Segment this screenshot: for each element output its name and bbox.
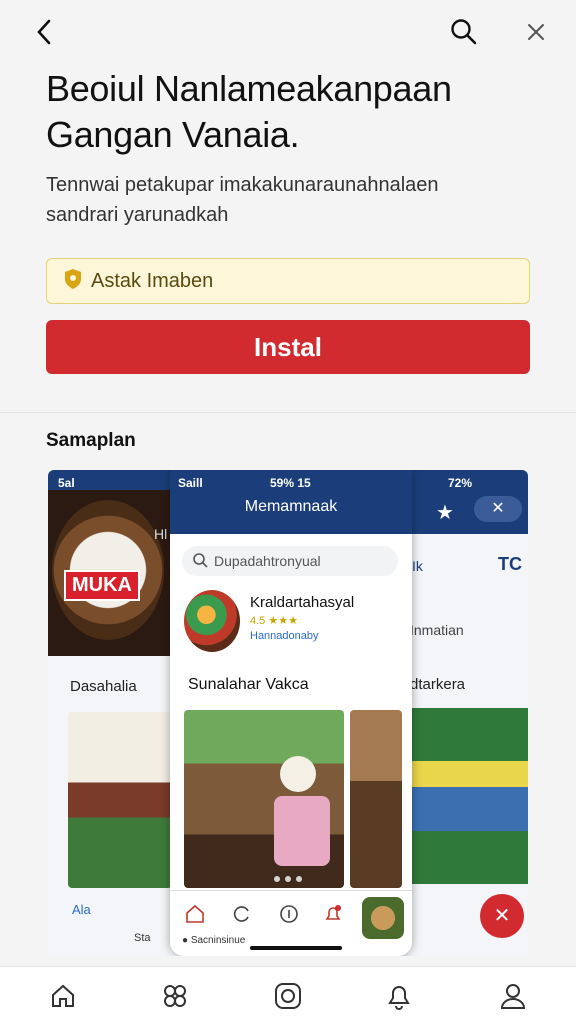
bottom-navigation [0, 966, 576, 1024]
chevron-left-icon[interactable] [30, 16, 58, 48]
logo-banner: MUKA Hl [48, 490, 188, 656]
screenshot-right[interactable]: 72% ★ ✕ Ik TC Inmatian dtarkera ✕ [408, 470, 528, 956]
ik-label: Ik [412, 558, 423, 574]
left-bottom-label-1: Ala [72, 902, 91, 917]
town-illustration [408, 708, 528, 884]
camera-icon[interactable] [273, 981, 303, 1011]
install-button[interactable]: Instal [46, 320, 530, 374]
status-left: Saill [178, 476, 203, 490]
close-icon[interactable] [522, 18, 550, 46]
product-thumbnail [184, 590, 240, 652]
apps-icon[interactable] [160, 981, 190, 1011]
product-developer: Hannadonaby [250, 630, 319, 642]
badge-chip[interactable]: Astak Imaben [46, 258, 530, 304]
app-title: Beoiul Nanlameakanpaan Gangan Vanaia. [46, 66, 546, 158]
screenshots-section-label: Samaplan [46, 430, 136, 451]
search-icon[interactable] [448, 16, 480, 48]
bell-icon[interactable] [322, 903, 344, 925]
side-text: Inmatian [410, 622, 464, 638]
carousel-dots [274, 876, 302, 882]
screenshot-left[interactable]: 5al MUKA Hl Dasahalia Ala Sta [48, 470, 188, 956]
tc-label: TC [498, 554, 522, 574]
screenshot-center[interactable]: Saill 59% 15 Memamnaak Dupadahtronyual K… [170, 470, 412, 956]
app-subtitle-line-1: Tennwai petakupar imakakunaraunahnalaen [46, 174, 439, 196]
right-label: dtarkera [410, 676, 466, 693]
phone-header: Saill 59% 15 Memamnaak [170, 470, 412, 534]
product-name: Kraldartahasyal [250, 594, 355, 611]
vendor-figure [280, 756, 316, 792]
tab-caption: ● Sacninsinue [182, 935, 246, 946]
logo-text: MUKA [64, 570, 140, 601]
refresh-icon[interactable] [230, 903, 252, 925]
phone-header-title: Memamnaak [244, 498, 338, 515]
vendor-shirt [274, 796, 330, 866]
app-title-line-1: Beoiul Nanlameakanpaan [46, 68, 452, 109]
house-illustration [68, 712, 172, 888]
home-icon[interactable] [184, 903, 206, 925]
left-bottom-label-2: Sta [134, 932, 151, 944]
search-icon [192, 552, 208, 571]
product-card[interactable]: Kraldartahasyal 4.5 ★★★ Hannadonaby [184, 590, 404, 654]
info-icon[interactable] [278, 903, 300, 925]
app-subtitle-line-2: sandrari yarunadkah [46, 204, 229, 226]
app-title-line-2: Gangan Vanaia. [46, 114, 300, 155]
chip-label: Astak Imaben [91, 269, 214, 292]
shield-badge-icon [63, 268, 83, 295]
fab-button[interactable]: ✕ [480, 894, 524, 938]
top-bar [0, 0, 576, 64]
left-label: Dasahalia [70, 678, 137, 695]
status-text: 5al [58, 476, 75, 490]
home-indicator [250, 946, 342, 950]
product-rating: 4.5 ★★★ [250, 615, 298, 627]
shelf-image[interactable] [350, 710, 402, 888]
screenshot-gallery[interactable]: 5al MUKA Hl Dasahalia Ala Sta 72% ★ ✕ Ik… [48, 470, 528, 956]
phone-search-input[interactable]: Dupadahtronyual [182, 546, 398, 576]
app-subtitle: Tennwai petakupar imakakunaraunahnalaen … [46, 170, 546, 230]
divider [0, 412, 576, 413]
tab-caption-text: Sacninsinue [190, 935, 246, 946]
home-icon[interactable] [48, 981, 78, 1011]
status-mid: 59% 15 [270, 476, 311, 490]
partial-header: Hl [154, 526, 168, 542]
profile-thumbnail[interactable] [362, 897, 404, 939]
star-icon[interactable]: ★ [436, 500, 454, 525]
status-text: 72% [448, 476, 473, 490]
notifications-icon[interactable] [384, 981, 414, 1011]
close-pill-icon[interactable]: ✕ [474, 496, 522, 522]
profile-icon[interactable] [498, 981, 528, 1011]
search-placeholder: Dupadahtronyual [214, 553, 321, 569]
market-image[interactable] [184, 710, 344, 888]
phone-section-title: Sunalahar Vakca [188, 676, 309, 693]
